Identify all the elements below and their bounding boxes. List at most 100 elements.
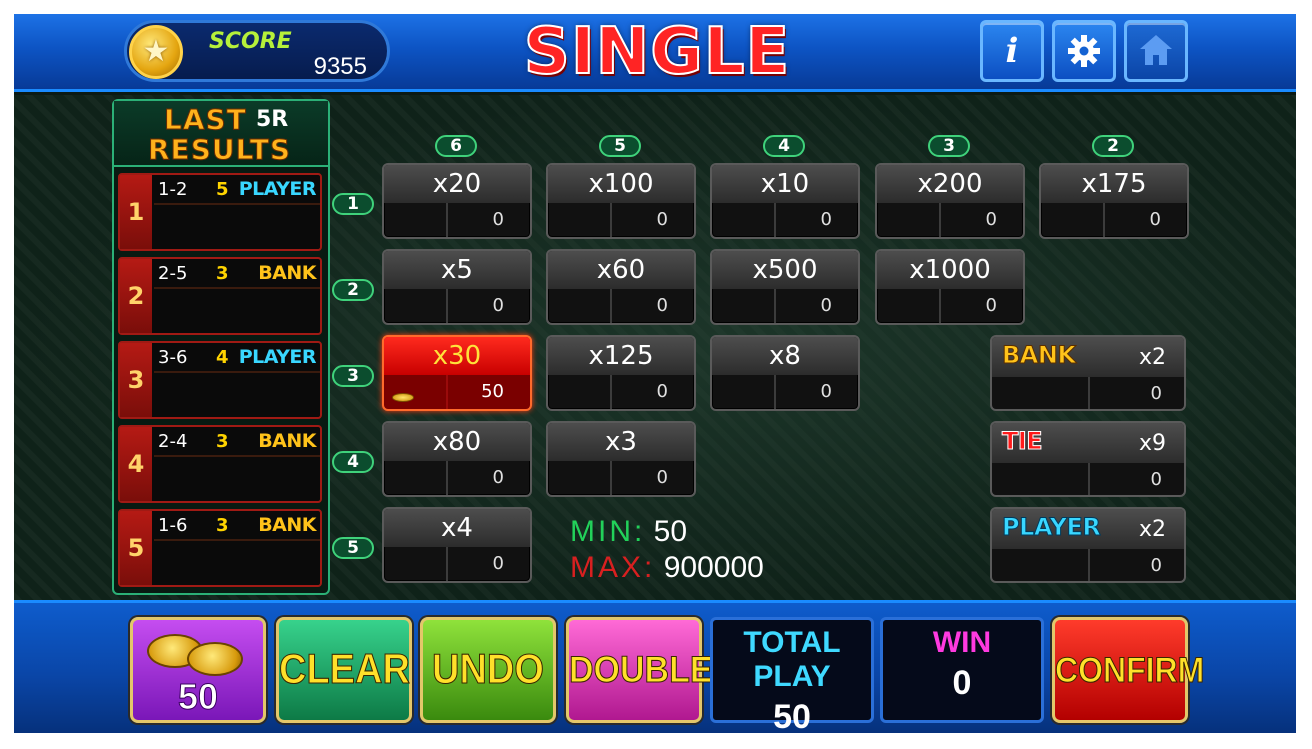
- double-button[interactable]: DOUBLE: [566, 617, 714, 723]
- bet-cell-selected[interactable]: x30 50: [382, 335, 532, 411]
- column-marker: 3: [928, 135, 970, 157]
- max-label: MAX:: [570, 551, 656, 584]
- bet-divider: [774, 203, 776, 237]
- win-label: WIN: [932, 626, 992, 659]
- double-label: DOUBLE: [569, 649, 714, 692]
- confirm-button[interactable]: CONFIRM: [1052, 617, 1205, 723]
- bet-cell[interactable]: x60 0: [546, 249, 696, 325]
- home-button[interactable]: [1124, 20, 1188, 82]
- result-info: 1-6 3 BANK: [154, 511, 320, 541]
- last-results-subtitle: RESULTS: [147, 133, 292, 167]
- bet-cell[interactable]: x5 0: [382, 249, 532, 325]
- home-icon: [1140, 35, 1172, 65]
- bet-amount: 50: [481, 381, 504, 402]
- bet-divider: [1088, 463, 1090, 495]
- bet-amount: 0: [492, 209, 504, 230]
- result-count: 3: [216, 263, 229, 284]
- side-bet-header: BANK x2: [992, 337, 1184, 377]
- bet-divider: [446, 203, 448, 237]
- result-row: 1 1-2 5 PLAYER: [118, 173, 322, 251]
- side-bet-label: TIE: [1001, 427, 1043, 456]
- last-results-title: LAST: [164, 103, 247, 137]
- settings-button[interactable]: [1052, 20, 1116, 82]
- bet-divider: [774, 289, 776, 323]
- win-display: WIN 0: [880, 617, 1044, 723]
- min-label: MIN:: [570, 515, 646, 548]
- result-info: 1-2 5 PLAYER: [154, 175, 320, 205]
- bank-bet[interactable]: BANK x2 0: [990, 335, 1186, 411]
- info-icon: i: [1005, 31, 1019, 71]
- result-index: 4: [120, 427, 152, 501]
- bet-divider: [446, 547, 448, 581]
- bet-amount: 0: [985, 209, 997, 230]
- bet-multiplier: x10: [712, 165, 858, 203]
- bet-cell[interactable]: x8 0: [710, 335, 860, 411]
- result-info: 2-5 3 BANK: [154, 259, 320, 289]
- bet-amount: 0: [656, 381, 668, 402]
- player-bet[interactable]: PLAYER x2 0: [990, 507, 1186, 583]
- chip-selector-button[interactable]: 50: [130, 617, 266, 723]
- bet-divider: [610, 375, 612, 409]
- bet-amount: 0: [1149, 209, 1161, 230]
- top-bar: ★ SCORE 9355 SINGLE i: [14, 14, 1296, 92]
- bet-cell[interactable]: x1000 0: [875, 249, 1025, 325]
- clear-button[interactable]: CLEAR: [276, 617, 412, 723]
- bet-cell[interactable]: x4 0: [382, 507, 532, 583]
- bet-cell[interactable]: x10 0: [710, 163, 860, 239]
- max-limit: MAX: 900000: [570, 551, 764, 587]
- result-count: 4: [216, 347, 229, 368]
- side-bet-multiplier: x9: [1138, 431, 1166, 456]
- bet-cell[interactable]: x175 0: [1039, 163, 1189, 239]
- side-bet-amount: 0: [1150, 555, 1162, 576]
- bet-divider: [446, 461, 448, 495]
- star-coin-icon: ★: [129, 25, 183, 79]
- result-pair: 2-5: [158, 263, 188, 284]
- bet-cell[interactable]: x100 0: [546, 163, 696, 239]
- game-title: SINGLE: [523, 15, 791, 89]
- bet-multiplier: x60: [548, 251, 694, 289]
- result-winner: BANK: [258, 514, 316, 536]
- bet-multiplier: x3: [548, 423, 694, 461]
- row-marker: 5: [332, 537, 374, 559]
- column-marker: 5: [599, 135, 641, 157]
- row-marker: 4: [332, 451, 374, 473]
- bet-cell[interactable]: x3 0: [546, 421, 696, 497]
- bet-cell[interactable]: x125 0: [546, 335, 696, 411]
- game-frame: ★ SCORE 9355 SINGLE i LAST 5R RESULTS 1 …: [14, 14, 1296, 733]
- bet-amount: 0: [656, 467, 668, 488]
- result-index: 1: [120, 175, 152, 249]
- bet-multiplier: x30: [384, 337, 530, 375]
- bet-cell[interactable]: x200 0: [875, 163, 1025, 239]
- last-results-rounds: 5R: [256, 107, 289, 132]
- bet-multiplier: x1000: [877, 251, 1023, 289]
- total-play-label: TOTAL PLAY: [743, 626, 841, 693]
- result-index: 3: [120, 343, 152, 417]
- bet-amount: 0: [820, 295, 832, 316]
- bet-amount: 0: [985, 295, 997, 316]
- side-bet-label: PLAYER: [1001, 513, 1101, 542]
- tie-bet[interactable]: TIE x9 0: [990, 421, 1186, 497]
- result-row: 5 1-6 3 BANK: [118, 509, 322, 587]
- bet-multiplier: x20: [384, 165, 530, 203]
- result-winner: BANK: [258, 430, 316, 452]
- bet-multiplier: x175: [1041, 165, 1187, 203]
- result-row: 3 3-6 4 PLAYER: [118, 341, 322, 419]
- column-marker: 6: [435, 135, 477, 157]
- undo-button[interactable]: UNDO: [420, 617, 556, 723]
- clear-label: CLEAR: [279, 646, 411, 694]
- result-count: 5: [216, 179, 229, 200]
- bet-divider: [446, 289, 448, 323]
- bet-amount: 0: [820, 381, 832, 402]
- bet-multiplier: x8: [712, 337, 858, 375]
- bet-cell[interactable]: x500 0: [710, 249, 860, 325]
- bet-divider: [610, 203, 612, 237]
- bet-cell[interactable]: x80 0: [382, 421, 532, 497]
- result-winner: BANK: [258, 262, 316, 284]
- bet-multiplier: x200: [877, 165, 1023, 203]
- result-winner: PLAYER: [238, 178, 317, 200]
- bet-limits: MIN: 50 MAX: 900000: [570, 515, 764, 587]
- column-marker: 2: [1092, 135, 1134, 157]
- info-button[interactable]: i: [980, 20, 1044, 82]
- chip-value: 50: [177, 676, 219, 718]
- bet-cell[interactable]: x20 0: [382, 163, 532, 239]
